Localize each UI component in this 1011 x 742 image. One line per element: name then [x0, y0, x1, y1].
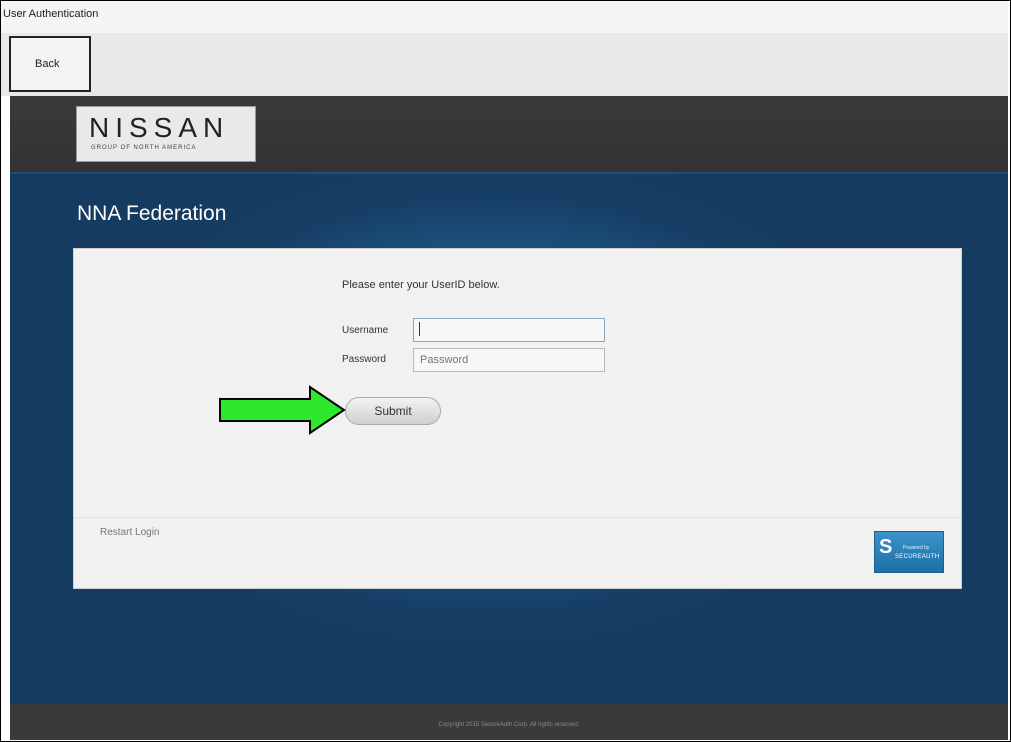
submit-button[interactable]: Submit — [345, 397, 441, 425]
logo-wordmark: NISSAN — [89, 112, 230, 143]
page-footer: Copyright 2015 SecureAuth Corp. All righ… — [10, 704, 1008, 740]
password-input[interactable] — [413, 348, 605, 372]
header-band: NISSAN GROUP OF NORTH AMERICA — [10, 96, 1008, 174]
login-panel: Please enter your UserID below. Username… — [73, 248, 962, 589]
logo-subtitle: GROUP OF NORTH AMERICA — [91, 145, 197, 151]
sso-page: NISSAN GROUP OF NORTH AMERICA NNA Federa… — [10, 96, 1008, 740]
arrow-shape — [219, 385, 346, 435]
secureauth-s-mark: S — [879, 536, 893, 558]
copyright-text: Copyright 2015 SecureAuth Corp. All righ… — [438, 722, 580, 728]
username-input[interactable] — [413, 318, 605, 342]
login-prompt: Please enter your UserID below. — [342, 279, 500, 291]
password-label: Password — [342, 354, 386, 365]
secureauth-logo-icon: S Powered by SECUREAUTH — [874, 531, 944, 573]
toolbar: Back — [1, 33, 1008, 96]
username-label: Username — [342, 325, 389, 336]
panel-divider — [74, 517, 961, 518]
text-caret — [419, 322, 420, 336]
green-arrow-icon — [219, 385, 346, 435]
title-bar: User Authentication — [1, 1, 1008, 33]
nissan-logo: NISSAN GROUP OF NORTH AMERICA — [76, 106, 256, 162]
back-button[interactable]: Back — [9, 36, 91, 92]
restart-login-link[interactable]: Restart Login — [100, 527, 159, 538]
badge-powered-by: Powered by — [903, 545, 930, 551]
badge-name: SECUREAUTH — [895, 554, 940, 560]
page-title: NNA Federation — [77, 202, 227, 225]
window-title: User Authentication — [3, 8, 99, 20]
